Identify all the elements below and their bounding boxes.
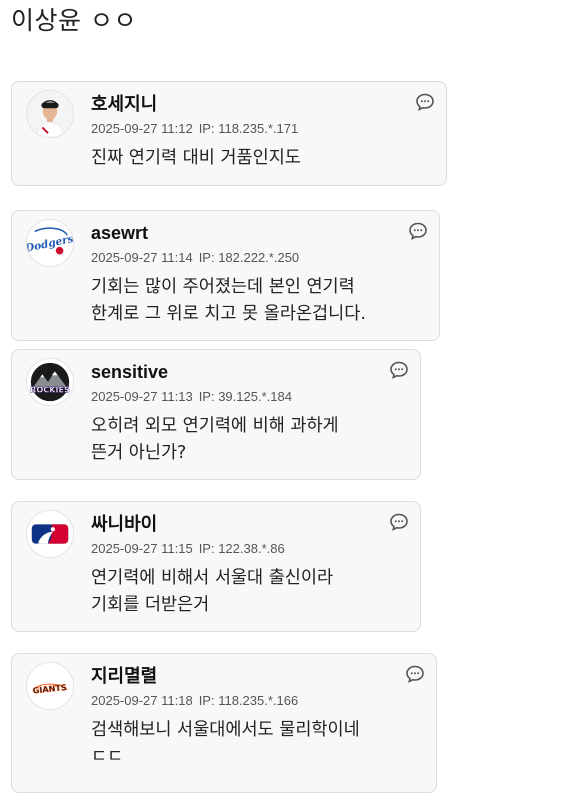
comment-line: 한계로 그 위로 치고 못 올라온겁니다. [91, 304, 366, 324]
comment-date: 2025-09-27 11:12 [91, 121, 193, 136]
comment-text: 연기력에 비해서 서울대 출신이라 기회를 더받은거 [91, 565, 333, 619]
comment-nickname[interactable]: asewrt [91, 222, 148, 244]
comment-text: 진짜 연기력 대비 거품인지도 [91, 145, 301, 172]
comment-nickname[interactable]: 싸니바이 [91, 513, 157, 535]
comment-meta: 2025-09-27 11:12 IP: 118.235.*.171 [91, 121, 298, 137]
comment-line: ㄷㄷ [91, 747, 124, 767]
rockies-logo-text: ROCKIES [30, 385, 70, 395]
comment-line: 기회를 더받은거 [91, 595, 210, 615]
comment-line: 오히려 외모 연기력에 비해 과하게 [91, 416, 339, 436]
comment-date: 2025-09-27 11:18 [91, 693, 193, 708]
comment-ip: IP: 122.38.*.86 [198, 541, 285, 556]
comment-bubble-icon[interactable] [389, 512, 409, 532]
comment-card: 싸니바이 2025-09-27 11:15 IP: 122.38.*.86 연기력… [11, 501, 421, 632]
comment-nickname[interactable]: 지리멸렬 [91, 665, 157, 687]
comment-ip: IP: 182.222.*.250 [198, 250, 300, 265]
comment-text: 기회는 많이 주어졌는데 본인 연기력 한계로 그 위로 치고 못 올라온겁니다… [91, 274, 366, 328]
comment-ip: IP: 118.235.*.171 [198, 121, 299, 136]
comment-date: 2025-09-27 11:14 [91, 250, 193, 265]
comment-card: Dodgers asewrt 2025-09-27 11:14 IP: 182.2… [11, 210, 440, 341]
comment-meta: 2025-09-27 11:13 IP: 39.125.*.184 [91, 389, 292, 405]
comment-ip: IP: 118.235.*.166 [198, 693, 299, 708]
comment-line: 뜬거 아닌가? [91, 443, 187, 463]
comment-line: 진짜 연기력 대비 거품인지도 [91, 148, 301, 168]
comment-ip: IP: 39.125.*.184 [198, 389, 292, 404]
comment-bubble-icon[interactable] [405, 664, 425, 684]
comment-bubble-icon[interactable] [415, 92, 435, 112]
comment-line: 검색해보니 서울대에서도 물리학이네 [91, 720, 360, 740]
mlb-logo-icon[interactable] [26, 510, 74, 558]
comment-meta: 2025-09-27 11:18 IP: 118.235.*.166 [91, 693, 298, 709]
comment-bubble-icon[interactable] [408, 221, 428, 241]
baseball-player-photo-icon[interactable] [26, 90, 74, 138]
comment-line: 기회는 많이 주어졌는데 본인 연기력 [91, 277, 355, 297]
comment-meta: 2025-09-27 11:14 IP: 182.222.*.250 [91, 250, 299, 266]
comment-nickname[interactable]: sensitive [91, 361, 168, 383]
comment-meta: 2025-09-27 11:15 IP: 122.38.*.86 [91, 541, 285, 557]
comment-card: 호세지니 2025-09-27 11:12 IP: 118.235.*.171 진… [11, 81, 447, 186]
comment-bubble-icon[interactable] [389, 360, 409, 380]
comment-card: GIANTS 지리멸렬 2025-09-27 11:18 IP: 118.235.… [11, 653, 437, 793]
rockies-logo-icon[interactable]: ROCKIES [26, 358, 74, 406]
comment-text: 오히려 외모 연기력에 비해 과하게 뜬거 아닌가? [91, 413, 339, 467]
comment-text: 검색해보니 서울대에서도 물리학이네 ㄷㄷ [91, 717, 360, 771]
giants-logo-icon[interactable]: GIANTS [26, 662, 74, 710]
comment-card: ROCKIES sensitive 2025-09-27 11:13 IP: 39… [11, 349, 421, 480]
comment-date: 2025-09-27 11:15 [91, 541, 193, 556]
dodgers-logo-icon[interactable]: Dodgers [26, 219, 74, 267]
page-title: 이상윤 ㅇㅇ [11, 6, 137, 35]
comment-line: 연기력에 비해서 서울대 출신이라 [91, 568, 334, 588]
comment-nickname[interactable]: 호세지니 [91, 93, 157, 115]
comment-date: 2025-09-27 11:13 [91, 389, 193, 404]
